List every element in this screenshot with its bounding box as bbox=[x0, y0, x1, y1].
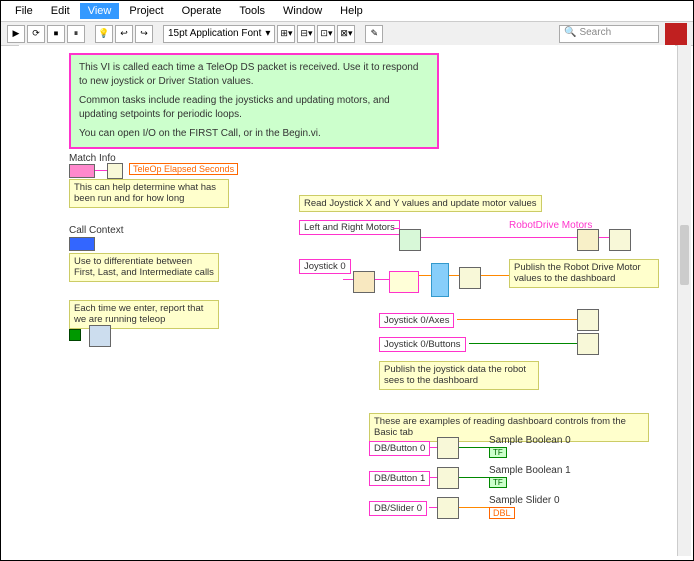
menu-edit[interactable]: Edit bbox=[43, 3, 78, 19]
db-read-node-1[interactable] bbox=[437, 467, 459, 489]
menu-file[interactable]: File bbox=[7, 3, 41, 19]
toolbar: ▶ ⟳ ⏹ ⏸ 💡 ↩ ↪ 15pt Application Font ▾ ⊞▾… bbox=[1, 22, 693, 46]
sample-bool1-indicator[interactable]: TF bbox=[489, 477, 507, 488]
db-slider0-constant[interactable]: DB/Slider 0 bbox=[369, 501, 427, 516]
match-info-control[interactable] bbox=[69, 164, 95, 178]
report-teleop-node[interactable] bbox=[89, 325, 111, 347]
desc-line3: You can open I/O on the FIRST Call, or i… bbox=[79, 127, 429, 141]
tank-drive-node[interactable] bbox=[577, 229, 599, 251]
scroll-thumb[interactable] bbox=[680, 225, 689, 285]
bundle-node[interactable] bbox=[431, 263, 449, 297]
teleop-elapsed-indicator[interactable]: TeleOp Elapsed Seconds bbox=[129, 163, 238, 175]
lr-motors-constant[interactable]: Left and Right Motors bbox=[299, 220, 400, 235]
distribute-button[interactable]: ⊟▾ bbox=[297, 25, 315, 43]
resize-button[interactable]: ⊡▾ bbox=[317, 25, 335, 43]
vertical-scrollbar[interactable] bbox=[677, 45, 691, 556]
buttons-publish-node[interactable] bbox=[577, 333, 599, 355]
font-selector[interactable]: 15pt Application Font ▾ bbox=[163, 25, 275, 43]
get-values-node[interactable] bbox=[389, 271, 419, 293]
match-info-comment: This can help determine what has been ru… bbox=[69, 179, 229, 208]
menu-window[interactable]: Window bbox=[275, 3, 330, 19]
desc-line2: Common tasks include reading the joystic… bbox=[79, 94, 429, 121]
menubar: File Edit View Project Operate Tools Win… bbox=[1, 1, 693, 22]
font-label: 15pt Application Font bbox=[168, 28, 261, 39]
db-read-node-0[interactable] bbox=[437, 437, 459, 459]
menu-view[interactable]: View bbox=[80, 3, 120, 19]
chevron-down-icon: ▾ bbox=[265, 28, 270, 39]
cleanup-button[interactable]: ✎ bbox=[365, 25, 383, 43]
highlight-button[interactable]: 💡 bbox=[95, 25, 113, 43]
call-context-label: Call Context bbox=[69, 225, 123, 236]
retain-button[interactable]: ↩ bbox=[115, 25, 133, 43]
publish-joystick-comment: Publish the joystick data the robot sees… bbox=[379, 361, 539, 390]
publish-drive-comment: Publish the Robot Drive Motor values to … bbox=[509, 259, 659, 288]
drive-publish-node[interactable] bbox=[609, 229, 631, 251]
vi-icon[interactable] bbox=[665, 23, 687, 45]
align-button[interactable]: ⊞▾ bbox=[277, 25, 295, 43]
vi-description-box: This VI is called each time a TeleOp DS … bbox=[69, 53, 439, 149]
db-button0-constant[interactable]: DB/Button 0 bbox=[369, 441, 430, 456]
sample-bool1-label: Sample Boolean 1 bbox=[489, 465, 571, 476]
joystick0-constant[interactable]: Joystick 0 bbox=[299, 259, 351, 274]
db-button1-constant[interactable]: DB/Button 1 bbox=[369, 471, 430, 486]
refnum-get-drive[interactable] bbox=[399, 229, 421, 251]
block-diagram[interactable]: This VI is called each time a TeleOp DS … bbox=[19, 45, 675, 556]
motor-set-node[interactable] bbox=[459, 267, 481, 289]
read-joystick-comment: Read Joystick X and Y values and update … bbox=[299, 195, 542, 212]
desc-line1: This VI is called each time a TeleOp DS … bbox=[79, 61, 429, 88]
run-cont-button[interactable]: ⟳ bbox=[27, 25, 45, 43]
abort-button[interactable]: ⏹ bbox=[47, 25, 65, 43]
refnum-get-joy[interactable] bbox=[353, 271, 375, 293]
true-constant[interactable] bbox=[69, 329, 81, 341]
joystick0-buttons-constant[interactable]: Joystick 0/Buttons bbox=[379, 337, 466, 352]
sample-bool0-label: Sample Boolean 0 bbox=[489, 435, 571, 446]
axes-publish-node[interactable] bbox=[577, 309, 599, 331]
sample-slider0-label: Sample Slider 0 bbox=[489, 495, 560, 506]
db-read-node-2[interactable] bbox=[437, 497, 459, 519]
menu-project[interactable]: Project bbox=[121, 3, 171, 19]
menu-tools[interactable]: Tools bbox=[231, 3, 273, 19]
sample-bool0-indicator[interactable]: TF bbox=[489, 447, 507, 458]
reorder-button[interactable]: ⊠▾ bbox=[337, 25, 355, 43]
search-icon: 🔍 bbox=[564, 27, 576, 38]
step-button[interactable]: ↪ bbox=[135, 25, 153, 43]
search-input[interactable]: 🔍Search bbox=[559, 25, 659, 43]
pause-button[interactable]: ⏸ bbox=[67, 25, 85, 43]
unbundle-node[interactable] bbox=[107, 163, 123, 179]
sample-slider0-indicator[interactable]: DBL bbox=[489, 507, 515, 519]
call-context-control[interactable] bbox=[69, 237, 95, 251]
menu-operate[interactable]: Operate bbox=[174, 3, 230, 19]
call-context-comment: Use to differentiate between First, Last… bbox=[69, 253, 219, 282]
menu-help[interactable]: Help bbox=[332, 3, 371, 19]
joystick0-axes-constant[interactable]: Joystick 0/Axes bbox=[379, 313, 454, 328]
run-button[interactable]: ▶ bbox=[7, 25, 25, 43]
